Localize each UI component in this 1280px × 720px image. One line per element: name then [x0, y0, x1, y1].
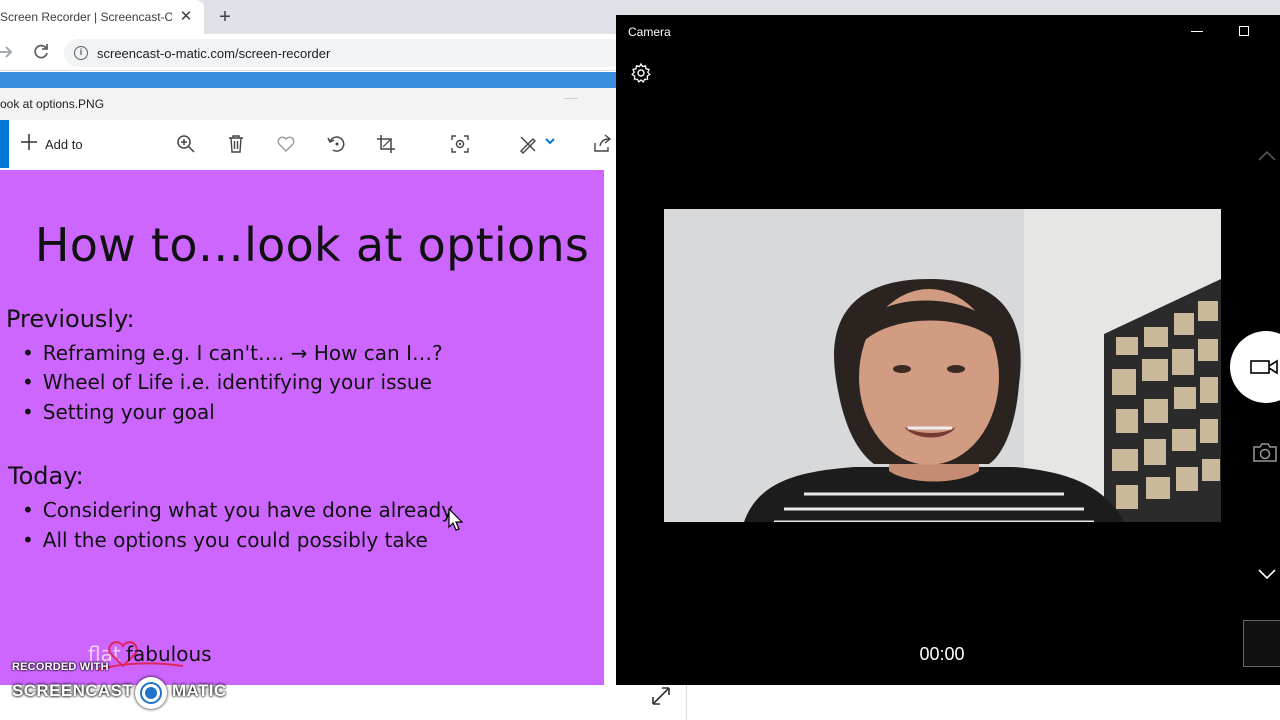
- page-header-strip: [0, 72, 616, 88]
- list-item: Considering what you have done already: [22, 498, 453, 522]
- list-item: Setting your goal: [22, 400, 215, 424]
- favorite-icon[interactable]: [275, 133, 297, 155]
- tab-close-icon[interactable]: ✕: [177, 8, 195, 26]
- url-text: screencast-o-matic.com/screen-recorder: [97, 46, 331, 61]
- back-accent-bar[interactable]: [0, 120, 9, 168]
- slide-title: How to…look at options: [34, 218, 590, 272]
- tab-title: Screen Recorder | Screencast-O-M: [0, 10, 172, 24]
- watermark-logo-icon: [135, 677, 167, 709]
- forward-arrow-icon[interactable]: [0, 42, 14, 62]
- delete-icon[interactable]: [225, 133, 247, 155]
- camera-preview: [664, 209, 1221, 522]
- camera-window-title: Camera: [628, 25, 671, 39]
- chevron-down-icon[interactable]: [544, 134, 556, 146]
- divider: [686, 685, 687, 720]
- watermark-recorded-with: RECORDED WITH: [12, 661, 109, 673]
- reload-icon[interactable]: [30, 41, 52, 63]
- rotate-icon[interactable]: [325, 133, 347, 155]
- photo-camera-icon[interactable]: [1252, 441, 1278, 463]
- crop-icon[interactable]: [375, 133, 397, 155]
- video-record-button[interactable]: [1230, 331, 1280, 403]
- enhance-icon[interactable]: [449, 133, 471, 155]
- photos-minimize-icon[interactable]: [564, 98, 578, 99]
- new-tab-button[interactable]: +: [214, 6, 236, 28]
- site-info-icon[interactable]: i: [74, 46, 88, 60]
- slide-image: How to…look at options Previously: Refra…: [0, 170, 604, 685]
- photos-toolbar: Add to: [0, 120, 616, 170]
- address-bar[interactable]: i screencast-o-matic.com/screen-recorder: [64, 39, 624, 67]
- edit-draw-icon[interactable]: [517, 133, 539, 155]
- mouse-cursor-icon: [448, 508, 464, 531]
- expand-icon[interactable]: [648, 683, 674, 709]
- photos-title-bar: ook at options.PNG: [0, 88, 616, 120]
- add-to-label: Add to: [45, 136, 83, 152]
- list-item: All the options you could possibly take: [22, 528, 428, 552]
- camera-maximize-icon[interactable]: [1239, 26, 1249, 36]
- watermark-brand-left: SCREENCAST: [12, 681, 134, 700]
- camera-window: Camera 00:00: [616, 15, 1280, 685]
- browser-tab[interactable]: Screen Recorder | Screencast-O-M ✕: [0, 0, 204, 34]
- add-to-button[interactable]: Add to: [20, 134, 83, 154]
- chevron-up-icon[interactable]: [1256, 148, 1278, 164]
- camera-minimize-icon[interactable]: [1191, 31, 1203, 32]
- camera-roll-thumbnail[interactable]: [1243, 620, 1280, 667]
- plus-icon: [20, 133, 40, 155]
- previously-heading: Previously:: [6, 305, 135, 333]
- video-camera-icon: [1250, 358, 1278, 376]
- photos-window-title: ook at options.PNG: [0, 97, 105, 111]
- today-heading: Today:: [8, 462, 84, 490]
- slide-gutter: [604, 170, 616, 685]
- recording-timer: 00:00: [919, 644, 965, 664]
- list-item: Wheel of Life i.e. identifying your issu…: [22, 370, 432, 394]
- list-item: Reframing e.g. I can't…. → How can I…?: [22, 341, 443, 365]
- gear-icon[interactable]: [630, 62, 652, 84]
- chevron-down-icon[interactable]: [1256, 566, 1278, 582]
- watermark-brand-right: MATIC: [172, 681, 227, 700]
- share-icon[interactable]: [592, 133, 614, 155]
- zoom-in-icon[interactable]: [175, 133, 197, 155]
